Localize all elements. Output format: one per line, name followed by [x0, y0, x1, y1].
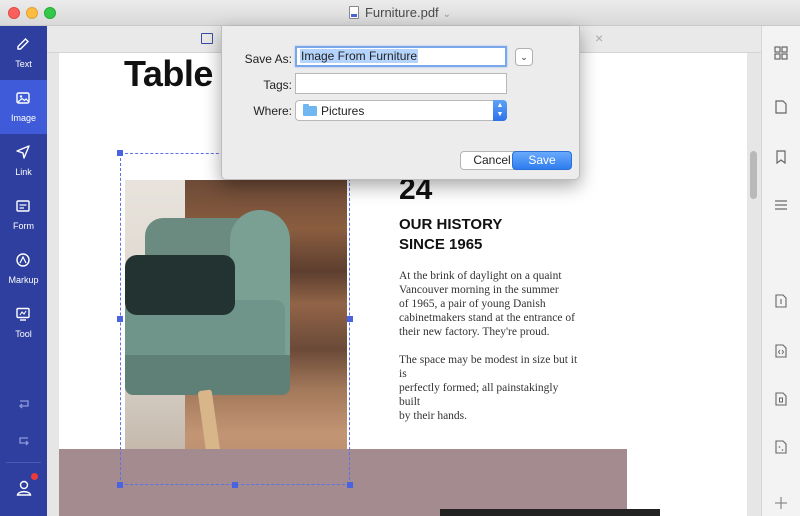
- chevron-down-icon: ⌄: [442, 9, 452, 20]
- resize-handle-nw[interactable]: [117, 150, 123, 156]
- sidebar-item-markup[interactable]: Markup: [0, 242, 47, 296]
- tool-icon: [16, 307, 30, 321]
- save-as-input[interactable]: Image From Furniture: [295, 46, 507, 67]
- text-line: cabinetmakers stand at the entrance of: [399, 312, 575, 324]
- pen-icon: [17, 38, 29, 50]
- text-line: by their hands.: [399, 410, 468, 422]
- page-icon[interactable]: [774, 100, 788, 114]
- right-toolbar: [761, 26, 800, 516]
- sidebar-item-label: Tool: [15, 329, 32, 339]
- sidebar-item-form[interactable]: Form: [0, 188, 47, 242]
- title-bar: Furniture.pdf ⌄: [0, 0, 800, 26]
- chevron-updown-icon: ▲ ▼: [493, 100, 507, 121]
- history-line-1: OUR HISTORY: [399, 216, 503, 233]
- history-heading: OUR HISTORY SINCE 1965: [399, 215, 502, 255]
- sidebar-item-tool[interactable]: Tool: [0, 296, 47, 350]
- save-as-value: Image From Furniture: [300, 49, 419, 63]
- resize-handle-e[interactable]: [347, 316, 353, 322]
- resize-handle-s[interactable]: [232, 482, 238, 488]
- text-line: perfectly formed; all painstakingly buil…: [399, 382, 559, 408]
- code-page-icon[interactable]: [774, 344, 788, 358]
- resize-handle-sw[interactable]: [117, 482, 123, 488]
- save-button[interactable]: Save: [512, 151, 572, 170]
- where-value: Pictures: [321, 104, 365, 118]
- history-line-2: SINCE 1965: [399, 236, 483, 253]
- link-icon: [16, 145, 30, 159]
- redo-icon[interactable]: [16, 433, 32, 449]
- undo-icon[interactable]: [16, 396, 32, 412]
- where-label: Where:: [253, 104, 292, 118]
- page-number-icon[interactable]: [774, 294, 788, 308]
- text-line: their new factory. They're proud.: [399, 326, 550, 338]
- outline-icon[interactable]: [774, 198, 788, 212]
- bookmark-icon[interactable]: [774, 150, 788, 164]
- sidebar-item-label: Image: [10, 113, 36, 123]
- dark-image-block: [440, 509, 660, 516]
- expand-dialog-button[interactable]: ⌄: [515, 48, 533, 66]
- window-title-text: Furniture.pdf: [364, 5, 439, 20]
- where-select[interactable]: Pictures ▲ ▼: [295, 100, 507, 121]
- sidebar-item-link[interactable]: Link: [0, 134, 47, 188]
- save-as-label: Save As:: [244, 52, 292, 66]
- save-dialog: Save As: Image From Furniture ⌄ Tags: Wh…: [221, 26, 580, 180]
- sidebar-item-label: Text: [15, 59, 32, 69]
- image-icon: [16, 92, 30, 104]
- sidebar-item-text[interactable]: Text: [0, 26, 47, 80]
- dice-page-icon[interactable]: [774, 440, 788, 454]
- resize-handle-se[interactable]: [347, 482, 353, 488]
- text-line: At the brink of daylight on a quaint: [399, 270, 562, 282]
- notification-badge: [31, 473, 38, 480]
- markup-icon: [16, 253, 30, 267]
- form-icon: [16, 200, 30, 212]
- tags-input[interactable]: [295, 73, 507, 94]
- image-toolbar-icon[interactable]: [201, 33, 213, 44]
- folder-icon: [303, 104, 317, 116]
- pdf-file-icon: [348, 6, 359, 19]
- selection-frame[interactable]: [120, 153, 350, 485]
- window-title[interactable]: Furniture.pdf ⌄: [0, 5, 800, 20]
- vertical-scrollbar[interactable]: [750, 151, 757, 199]
- left-toolbar: Text Image Link Form Markup Tool: [0, 26, 47, 516]
- text-line: Vancouver morning in the summer: [399, 284, 559, 296]
- sidebar-item-label: Markup: [8, 275, 39, 285]
- close-toolbar-icon[interactable]: ×: [595, 30, 603, 46]
- add-icon[interactable]: [774, 496, 788, 510]
- tags-label: Tags:: [263, 78, 292, 92]
- paragraph-1: At the brink of daylight on a quaint Van…: [399, 269, 579, 339]
- text-line: The space may be modest in size but it i…: [399, 354, 578, 380]
- text-line: of 1965, a pair of young Danish: [399, 298, 546, 310]
- sidebar-item-image[interactable]: Image: [0, 80, 47, 134]
- sidebar-item-label: Form: [13, 221, 34, 231]
- user-account-icon[interactable]: [14, 478, 34, 498]
- thumbnails-icon[interactable]: [774, 46, 788, 60]
- sidebar-divider: [6, 462, 41, 463]
- compress-page-icon[interactable]: [774, 392, 788, 406]
- paragraph-2: The space may be modest in size but it i…: [399, 353, 579, 423]
- sidebar-item-label: Link: [15, 167, 32, 177]
- resize-handle-w[interactable]: [117, 316, 123, 322]
